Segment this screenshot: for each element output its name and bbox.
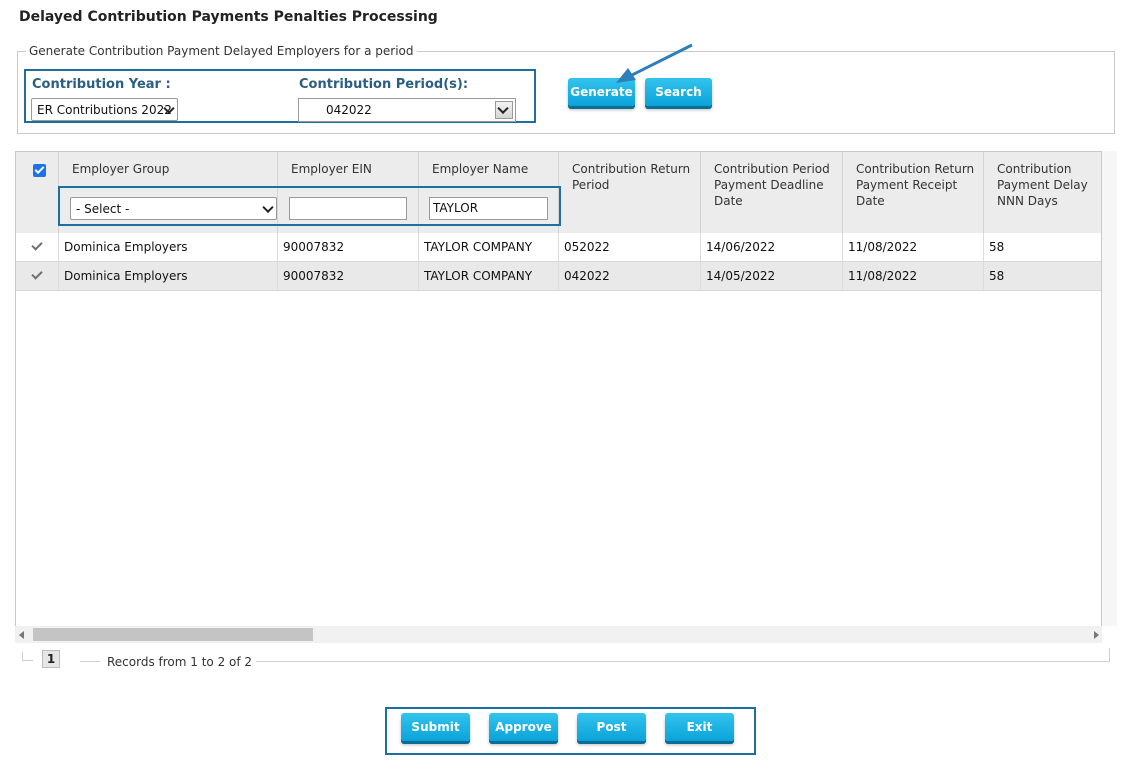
scroll-right-icon[interactable] — [1092, 631, 1100, 639]
page-number-button[interactable]: 1 — [42, 650, 60, 668]
return-period-cell: 052022 — [559, 233, 701, 261]
chevron-down-icon — [497, 102, 509, 115]
horizontal-scrollbar-thumb[interactable] — [33, 628, 313, 641]
employer-group-header-label: Employer Group — [72, 162, 170, 176]
receipt-date-cell: 11/08/2022 — [843, 262, 984, 290]
employer-ein-cell: 90007832 — [278, 262, 419, 290]
row-checkbox[interactable] — [31, 240, 43, 252]
row-checkbox[interactable] — [31, 269, 43, 281]
receipt-date-header-label: Contribution Return Payment Receipt Date — [856, 162, 975, 208]
select-all-cell — [16, 152, 59, 233]
employer-group-filter-value: - Select - — [76, 201, 130, 216]
contribution-period-label: Contribution Period(s): — [299, 77, 469, 92]
annotation-arrow-icon — [616, 43, 693, 83]
column-header-return-period[interactable]: Contribution Return Period — [559, 152, 701, 233]
table-row[interactable]: Dominica Employers 90007832 TAYLOR COMPA… — [16, 233, 1101, 262]
post-button[interactable]: Post — [577, 713, 646, 741]
dropdown-button[interactable] — [495, 101, 513, 119]
employer-ein-cell: 90007832 — [278, 233, 419, 261]
vertical-scrollbar[interactable] — [1102, 151, 1117, 626]
employer-ein-filter[interactable] — [289, 197, 407, 220]
column-header-deadline-date[interactable]: Contribution Period Payment Deadline Dat… — [701, 152, 843, 233]
table-row[interactable]: Dominica Employers 90007832 TAYLOR COMPA… — [16, 262, 1101, 291]
approve-button[interactable]: Approve — [489, 713, 558, 741]
deadline-date-header-label: Contribution Period Payment Deadline Dat… — [714, 162, 830, 208]
row-select-cell — [16, 262, 59, 290]
employer-group-filter[interactable]: - Select - — [70, 197, 277, 220]
column-header-delay-days[interactable]: Contribution Payment Delay NNN Days — [984, 152, 1101, 233]
filter-legend: Generate Contribution Payment Delayed Em… — [26, 44, 417, 58]
contribution-year-label: Contribution Year : — [32, 77, 171, 92]
deadline-date-cell: 14/06/2022 — [701, 233, 843, 261]
delay-days-cell: 58 — [984, 262, 1101, 290]
contribution-year-value: ER Contributions 2022 — [37, 102, 172, 117]
employer-group-cell: Dominica Employers — [59, 233, 278, 261]
chevron-down-icon — [262, 201, 274, 213]
row-select-cell — [16, 233, 59, 261]
contribution-period-value: 042022 — [326, 103, 372, 117]
pager-right-bracket — [1109, 648, 1110, 661]
return-period-header-label: Contribution Return Period — [572, 162, 691, 192]
contribution-period-select[interactable]: 042022 — [298, 98, 516, 122]
pager-left-bracket — [22, 652, 33, 661]
employer-name-cell: TAYLOR COMPANY — [419, 262, 559, 290]
records-count-text: Records from 1 to 2 of 2 — [107, 655, 253, 669]
employer-ein-header-label: Employer EIN — [291, 162, 372, 176]
select-all-checkbox[interactable] — [33, 164, 46, 177]
return-period-cell: 042022 — [559, 262, 701, 290]
employer-group-cell: Dominica Employers — [59, 262, 278, 290]
contribution-year-select[interactable]: ER Contributions 2022 — [31, 98, 178, 121]
page-title: Delayed Contribution Payments Penalties … — [19, 9, 438, 25]
employer-name-cell: TAYLOR COMPANY — [419, 233, 559, 261]
deadline-date-cell: 14/05/2022 — [701, 262, 843, 290]
delay-days-cell: 58 — [984, 233, 1101, 261]
column-header-receipt-date[interactable]: Contribution Return Payment Receipt Date — [843, 152, 984, 233]
employer-name-filter[interactable]: TAYLOR — [429, 197, 548, 220]
receipt-date-cell: 11/08/2022 — [843, 233, 984, 261]
submit-button[interactable]: Submit — [401, 713, 470, 741]
delay-days-header-label: Contribution Payment Delay NNN Days — [997, 162, 1088, 208]
scroll-left-icon[interactable] — [18, 631, 26, 639]
pager-line-right — [256, 661, 1110, 662]
employer-name-header-label: Employer Name — [432, 162, 529, 176]
pager-line-left — [80, 661, 100, 662]
exit-button[interactable]: Exit — [665, 713, 734, 741]
